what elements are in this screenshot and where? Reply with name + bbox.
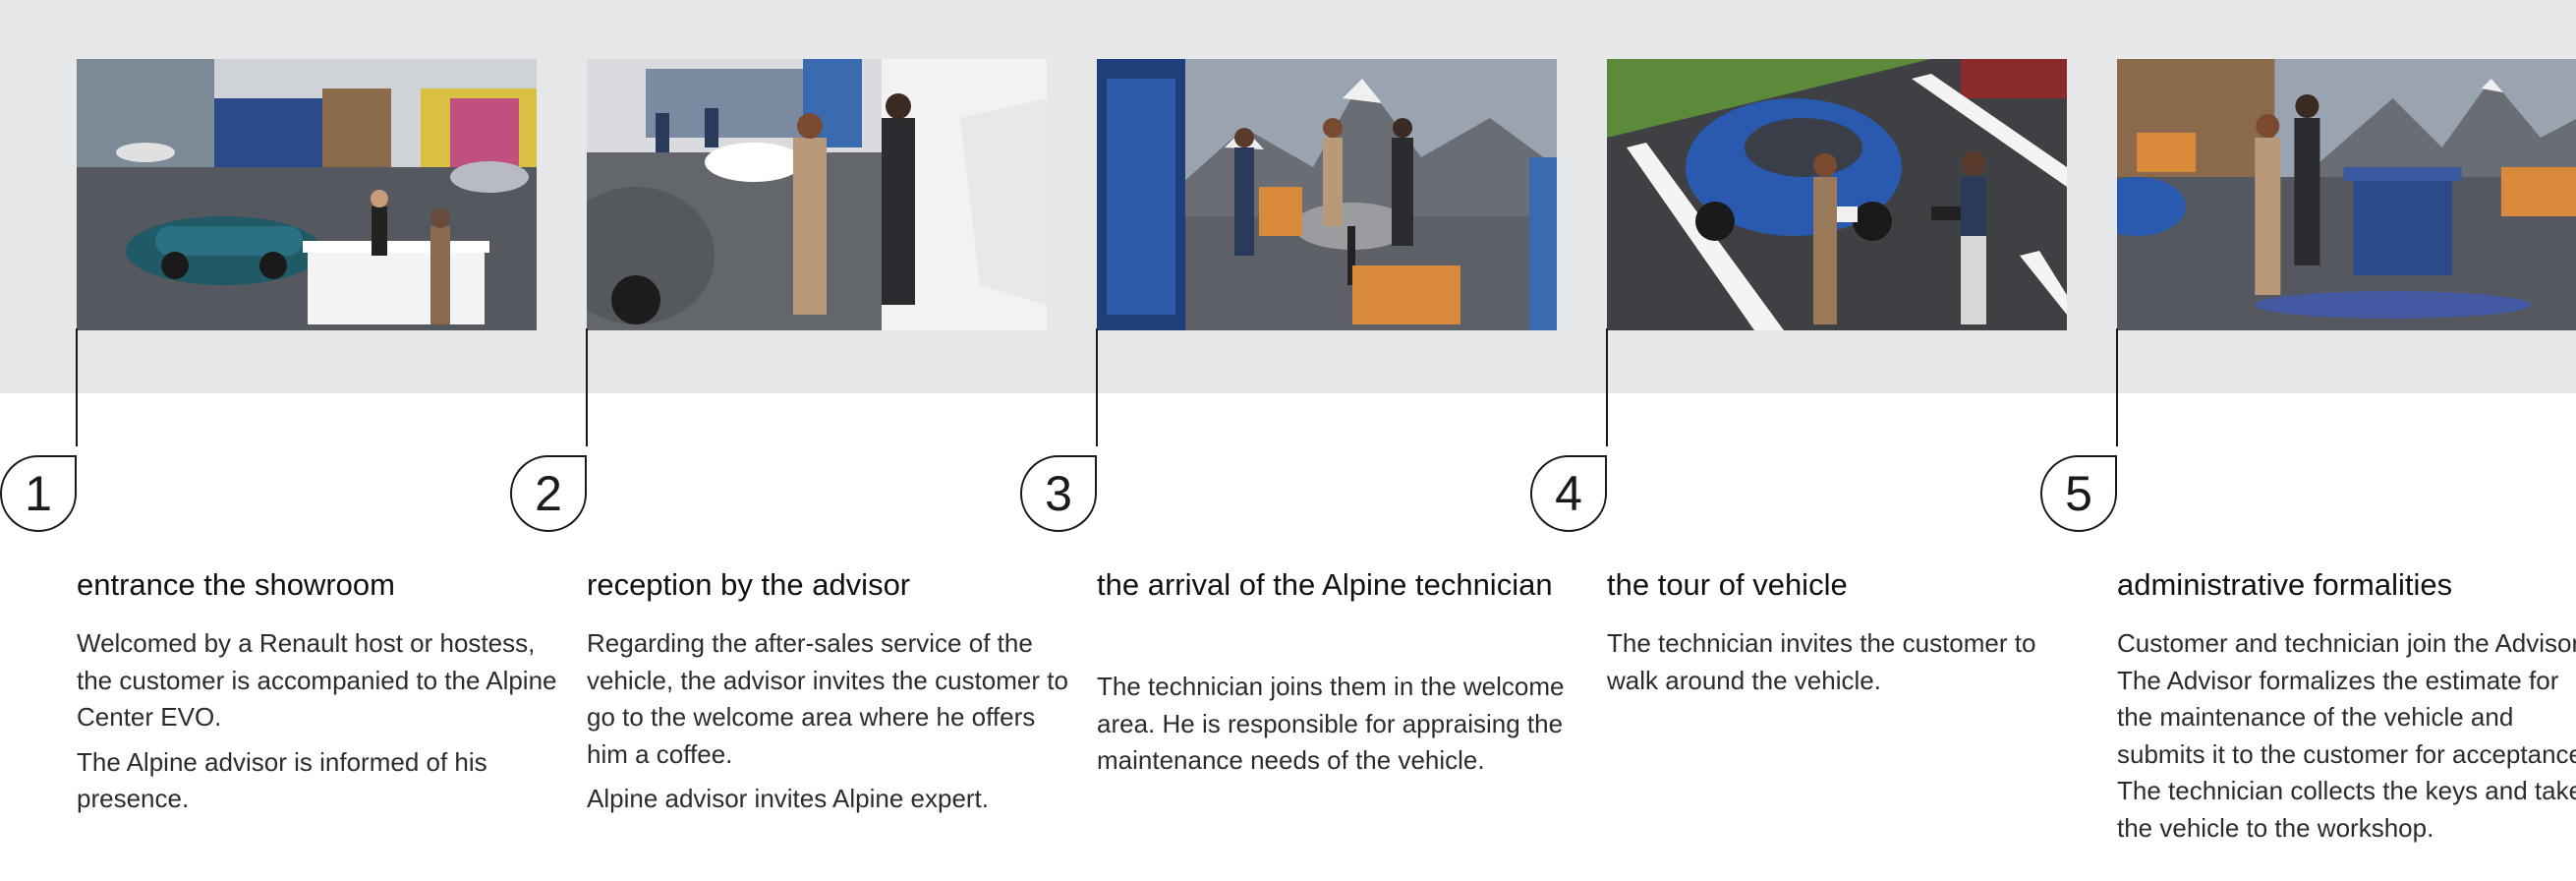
- step-1-title: entrance the showroom: [77, 567, 395, 602]
- step-5-paragraph-1: Customer and technician join the Advisor…: [2117, 628, 2576, 843]
- step-3-photo: [1097, 59, 1557, 330]
- step-5-photo: [2117, 59, 2576, 330]
- step-5-description: Customer and technician join the Advisor…: [2117, 625, 2576, 854]
- step-4: 4 the tour of vehicle The technician inv…: [1530, 0, 2067, 881]
- step-1-number-badge: 1: [0, 455, 77, 532]
- step-1-photo: [77, 59, 537, 330]
- step-4-connector-line: [1606, 328, 1608, 446]
- step-5-connector-line: [2116, 328, 2118, 446]
- step-3-paragraph-1: The technician joins them in the welcome…: [1097, 672, 1565, 775]
- step-4-title: the tour of vehicle: [1607, 567, 1848, 602]
- showroom-entrance-render: [77, 59, 537, 330]
- step-2: 2 reception by the advisor Regarding the…: [510, 0, 1068, 881]
- step-5: 5 administrative formalities Customer an…: [2040, 0, 2576, 881]
- step-2-paragraph-1: Regarding the after-sales service of the…: [587, 628, 1068, 769]
- step-3-connector-line: [1096, 328, 1098, 446]
- journey-timeline: 1 entrance the showroom Welcomed by a Re…: [0, 0, 2576, 881]
- step-3-title: the arrival of the Alpine technician: [1097, 567, 1553, 602]
- administrative-formalities-render: [2117, 59, 2576, 330]
- step-4-description: The technician invites the customer to w…: [1607, 625, 2089, 707]
- technician-arrival-render: [1097, 59, 1557, 330]
- step-5-number-badge: 5: [2040, 455, 2117, 532]
- vehicle-walkaround-render: [1607, 59, 2067, 330]
- step-1-paragraph-2: The Alpine advisor is informed of his pr…: [77, 746, 487, 814]
- step-2-title: reception by the advisor: [587, 567, 911, 602]
- step-2-paragraph-2: Alpine advisor invites Alpine expert.: [587, 784, 990, 813]
- step-2-number-badge: 2: [510, 455, 587, 532]
- advisor-reception-render: [587, 59, 1047, 330]
- step-1-connector-line: [76, 328, 78, 446]
- step-4-photo: [1607, 59, 2067, 330]
- step-4-paragraph-1: The technician invites the customer to w…: [1607, 628, 2036, 695]
- step-3-number-badge: 3: [1020, 455, 1097, 532]
- step-1: 1 entrance the showroom Welcomed by a Re…: [0, 0, 557, 881]
- step-3-description: The technician joins them in the welcome…: [1097, 669, 1578, 788]
- step-1-paragraph-1: Welcomed by a Renault host or hostess, t…: [77, 628, 557, 732]
- step-2-photo: [587, 59, 1047, 330]
- step-2-description: Regarding the after-sales service of the…: [587, 625, 1068, 826]
- step-2-connector-line: [586, 328, 588, 446]
- step-3: 3 the arrival of the Alpine technician T…: [1020, 0, 1564, 881]
- step-1-description: Welcomed by a Renault host or hostess, t…: [77, 625, 558, 826]
- step-5-title: administrative formalities: [2117, 567, 2453, 602]
- step-4-number-badge: 4: [1530, 455, 1607, 532]
